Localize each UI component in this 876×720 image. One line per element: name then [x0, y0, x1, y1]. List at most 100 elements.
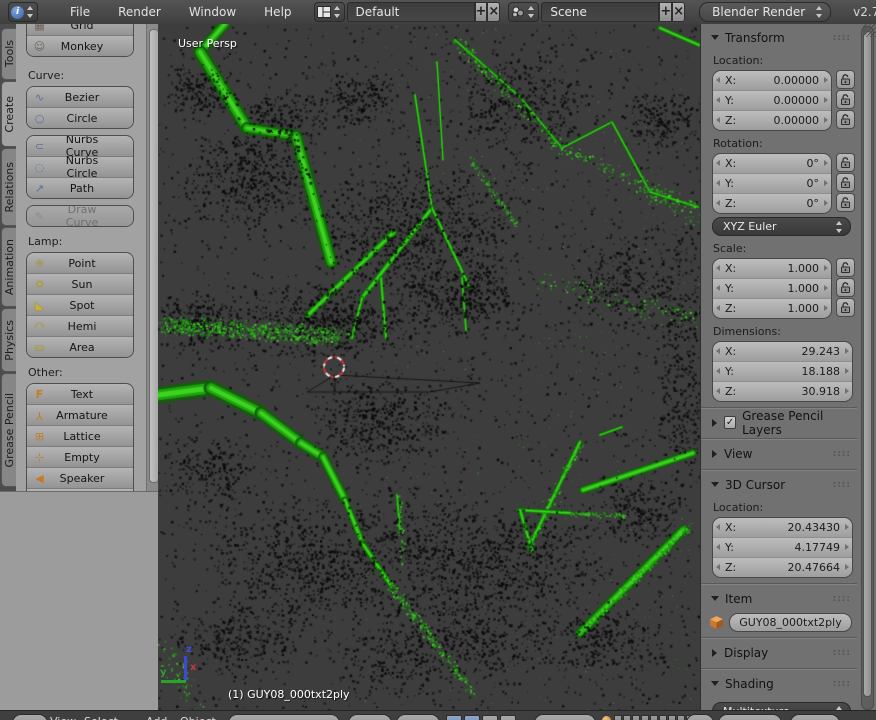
- add-bezier-button[interactable]: ∿ Bezier: [27, 87, 133, 107]
- panel-drag-grip-icon[interactable]: ::::: [833, 480, 851, 490]
- decrement-arrow-icon[interactable]: [716, 305, 720, 311]
- tab-physics[interactable]: Physics: [1, 308, 17, 372]
- decrement-arrow-icon[interactable]: [716, 77, 720, 83]
- increment-arrow-icon[interactable]: [824, 200, 828, 206]
- bottom-menu-add[interactable]: Add: [146, 715, 167, 720]
- increment-arrow-icon[interactable]: [824, 77, 828, 83]
- lock-location-z-button[interactable]: [836, 110, 855, 129]
- add-lattice-button[interactable]: ⊞ Lattice: [27, 425, 133, 446]
- increment-arrow-icon[interactable]: [845, 544, 849, 550]
- lock-location-x-button[interactable]: [836, 70, 855, 89]
- add-empty-button[interactable]: ⊹ Empty: [27, 446, 133, 467]
- add-circle-button[interactable]: ○ Circle: [27, 107, 133, 128]
- increment-arrow-icon[interactable]: [845, 348, 849, 354]
- delete-scene-button[interactable]: ×: [672, 2, 685, 22]
- add-area-lamp-button[interactable]: ▭ Area: [27, 336, 133, 357]
- tab-create[interactable]: Create: [1, 81, 17, 147]
- bottom-menu-select[interactable]: Select: [84, 715, 118, 720]
- scene-name-field[interactable]: Scene: [541, 2, 659, 22]
- add-sun-lamp-button[interactable]: ☀ Sun: [27, 273, 133, 294]
- orientation-dropdown[interactable]: Global: [534, 714, 596, 720]
- add-text-button[interactable]: F Text: [27, 384, 133, 404]
- tab-grease-pencil[interactable]: Grease Pencil: [1, 373, 17, 487]
- lock-location-y-button[interactable]: [836, 90, 855, 109]
- snap-magnet-button[interactable]: ◠: [686, 714, 714, 720]
- add-point-lamp-button[interactable]: ☼ Point: [27, 253, 133, 273]
- scale-y-field[interactable]: Y:1.000: [713, 278, 831, 298]
- rotation-mode-dropdown[interactable]: XYZ Euler: [712, 217, 851, 236]
- shading-mode-dropdown[interactable]: Multitexture: [712, 702, 851, 710]
- 3d-viewport[interactable]: User Persp (1) GUY08_000txt2ply z x y: [158, 24, 700, 710]
- menu-help[interactable]: Help: [250, 5, 305, 19]
- editor-type-selector[interactable]: i: [8, 2, 38, 22]
- location-y-field[interactable]: Y:0.00000: [713, 90, 831, 110]
- increment-arrow-icon[interactable]: [824, 160, 828, 166]
- increment-arrow-icon[interactable]: [824, 285, 828, 291]
- increment-arrow-icon[interactable]: [824, 117, 828, 123]
- editor-type-button[interactable]: ▦: [12, 714, 48, 720]
- increment-arrow-icon[interactable]: [845, 388, 849, 394]
- increment-arrow-icon[interactable]: [824, 305, 828, 311]
- add-grid-button[interactable]: ▦ Grid: [27, 24, 133, 35]
- add-monkey-button[interactable]: ☺ Monkey: [27, 35, 133, 56]
- render-engine-dropdown[interactable]: Blender Render: [699, 2, 831, 22]
- dimensions-y-field[interactable]: Y:18.188: [713, 361, 852, 381]
- scale-x-field[interactable]: X:1.000: [713, 259, 831, 278]
- editor-spinner-icon[interactable]: [26, 5, 35, 19]
- proportional-edit-dropdown[interactable]: [790, 714, 840, 720]
- lock-rotation-z-button[interactable]: [836, 193, 855, 212]
- location-z-field[interactable]: Z:0.00000: [713, 110, 831, 130]
- decrement-arrow-icon[interactable]: [716, 388, 720, 394]
- menu-render[interactable]: Render: [104, 5, 175, 19]
- properties-scroll-thumb[interactable]: [863, 31, 872, 697]
- add-speaker-button[interactable]: ◀ Speaker: [27, 467, 133, 488]
- bottom-menu-object[interactable]: Object: [180, 715, 216, 720]
- add-armature-button[interactable]: Y Armature: [27, 404, 133, 425]
- lock-scale-z-button[interactable]: [836, 298, 855, 317]
- increment-arrow-icon[interactable]: [824, 97, 828, 103]
- add-layout-button[interactable]: +: [475, 2, 488, 22]
- decrement-arrow-icon[interactable]: [716, 564, 720, 570]
- bottom-menu-view[interactable]: View: [50, 715, 76, 720]
- mode-dropdown[interactable]: Object Mode: [228, 714, 340, 720]
- layout-spinner-icon[interactable]: [333, 5, 342, 19]
- decrement-arrow-icon[interactable]: [716, 160, 720, 166]
- panel-header-shading[interactable]: Shading ::::: [701, 673, 857, 694]
- grease-pencil-checkbox[interactable]: ✓: [724, 416, 736, 429]
- cursor-z-field[interactable]: Z:20.47664: [713, 557, 852, 577]
- add-nurbs-circle-button[interactable]: ◌ Nurbs Circle: [27, 156, 133, 177]
- rotate-manipulator-icon[interactable]: [464, 715, 480, 720]
- scale-z-field[interactable]: Z:1.000: [713, 298, 831, 318]
- viewport-canvas[interactable]: [158, 24, 700, 710]
- rotation-x-field[interactable]: X:0°: [713, 154, 831, 173]
- decrement-arrow-icon[interactable]: [716, 368, 720, 374]
- properties-scrollbar[interactable]: [861, 26, 874, 710]
- render-buttons[interactable]: [718, 714, 782, 720]
- panel-header-transform[interactable]: Transform ::::: [701, 27, 857, 48]
- decrement-arrow-icon[interactable]: [716, 544, 720, 550]
- scene-spinner-icon[interactable]: [527, 5, 536, 19]
- add-scene-button[interactable]: +: [659, 2, 672, 22]
- add-hemi-lamp-button[interactable]: ◠ Hemi: [27, 315, 133, 336]
- layout-name-field[interactable]: Default: [347, 2, 475, 22]
- panel-drag-grip-icon[interactable]: ::::: [833, 594, 851, 604]
- add-nurbs-curve-button[interactable]: ⊂ Nurbs Curve: [27, 136, 133, 156]
- scene-selector[interactable]: [508, 2, 539, 22]
- cursor-x-field[interactable]: X:20.43430: [713, 518, 852, 537]
- decrement-arrow-icon[interactable]: [716, 348, 720, 354]
- increment-arrow-icon[interactable]: [845, 564, 849, 570]
- manipulator-buttons[interactable]: [446, 715, 516, 720]
- pivot-dropdown[interactable]: [396, 714, 440, 720]
- rotation-z-field[interactable]: Z:0°: [713, 193, 831, 213]
- region-resize-grip[interactable]: [863, 24, 876, 37]
- object-name-field[interactable]: GUY08_000txt2ply: [729, 613, 852, 632]
- increment-arrow-icon[interactable]: [824, 180, 828, 186]
- add-path-button[interactable]: ↗ Path: [27, 177, 133, 198]
- decrement-arrow-icon[interactable]: [716, 200, 720, 206]
- panel-drag-grip-icon[interactable]: ::::: [833, 449, 851, 459]
- lock-scale-x-button[interactable]: [836, 258, 855, 277]
- panel-header-display[interactable]: Display ::::: [701, 642, 857, 663]
- delete-layout-button[interactable]: ×: [487, 2, 500, 22]
- location-x-field[interactable]: X:0.00000: [713, 71, 831, 90]
- dimensions-x-field[interactable]: X:29.243: [713, 342, 852, 361]
